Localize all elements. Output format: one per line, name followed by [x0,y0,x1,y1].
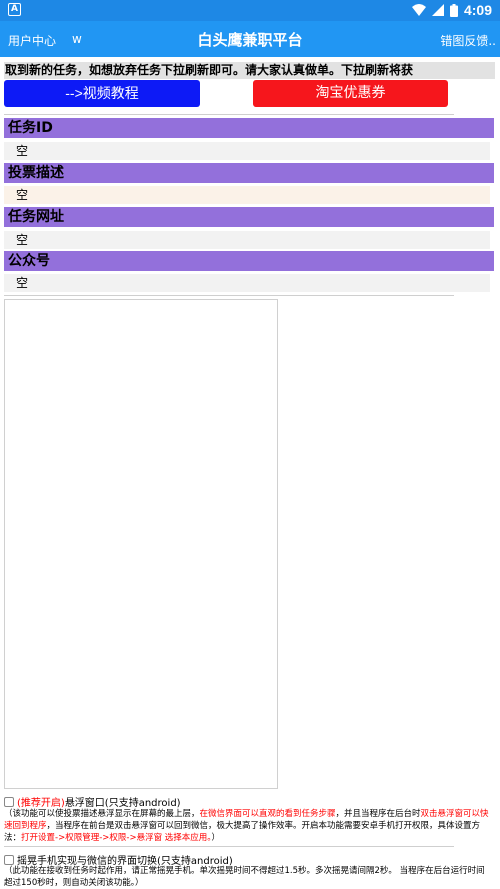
app-header: 用户中心 w 白头鹰兼职平台 错图反馈.. [0,21,500,57]
field-value-task-id: 空 [4,142,490,160]
field-label-task-url: 任务网址 [4,207,494,227]
divider [4,846,454,847]
taobao-coupon-button[interactable]: 淘宝优惠券 [253,80,448,107]
app-notification-icon: A [8,3,21,16]
shake-checkbox[interactable] [4,855,14,865]
field-value-task-url: 空 [4,231,490,249]
wifi-icon [411,4,426,16]
button-row: -->视频教程 淘宝优惠券 [0,80,500,114]
field-label-official-account: 公众号 [4,251,494,271]
field-label-vote-desc: 投票描述 [4,163,494,183]
web-content-area[interactable] [4,299,278,789]
field-value-vote-desc: 空 [4,186,490,204]
feedback-link[interactable]: 错图反馈.. [440,32,496,49]
video-tutorial-button[interactable]: -->视频教程 [4,80,200,107]
clock: 4:09 [463,2,492,18]
battery-icon [449,3,458,17]
shake-description: （此功能在接收到任务时起作用，请正常摇晃手机。单次摇晃时间不得超过1.5秒。多次… [4,866,485,888]
float-window-description: （该功能可以使投票描述悬浮显示在屏幕的最上层，在微信界面可以直观的看到任务步骤，… [4,809,489,843]
status-bar: A 4:09 [0,0,500,21]
divider [4,114,454,115]
float-window-checkbox[interactable] [4,797,14,807]
signal-icon [431,4,444,16]
notice-banner: 取到新的任务，如想放弃任务下拉刷新即可。请大家认真做单。下拉刷新将获 [4,62,495,79]
user-center-link[interactable]: 用户中心 [8,32,56,49]
status-right: 4:09 [411,2,492,18]
field-label-task-id: 任务ID [4,118,494,138]
float-window-option[interactable]: (推荐开启)悬浮窗口(只支持android) [4,794,181,809]
field-value-official-account: 空 [4,274,490,292]
w-label[interactable]: w [72,32,82,49]
divider [4,295,454,296]
